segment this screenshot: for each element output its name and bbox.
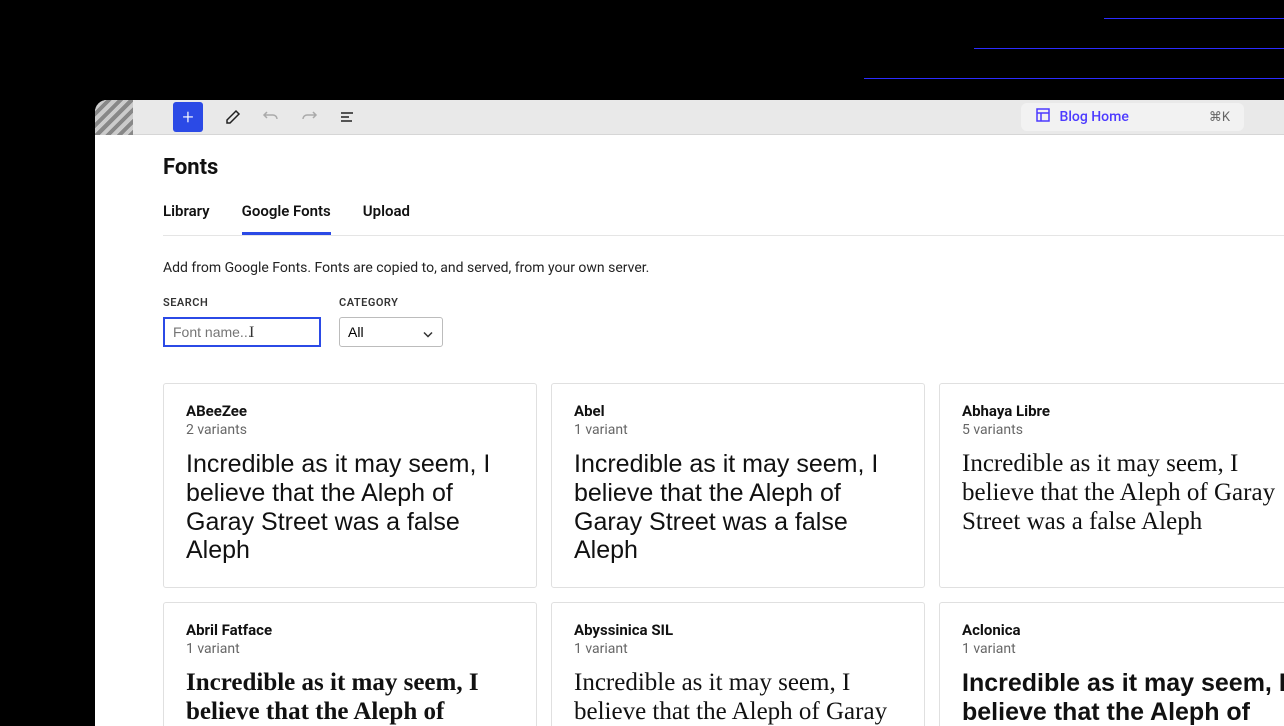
font-card[interactable]: Abril Fatface 1 variant Incredible as it… [163, 602, 537, 726]
search-input[interactable] [163, 317, 321, 347]
app-window: + Blog Home ⌘K Fonts Library G [95, 100, 1284, 726]
list-icon[interactable] [335, 105, 359, 129]
font-variant-count: 1 variant [962, 641, 1284, 657]
font-variant-count: 1 variant [186, 641, 514, 657]
font-variant-count: 1 variant [574, 641, 902, 657]
plus-icon: + [182, 105, 193, 129]
add-button[interactable]: + [173, 102, 203, 132]
category-select[interactable]: All [339, 317, 443, 347]
tab-library[interactable]: Library [163, 202, 210, 235]
fonts-panel: Fonts Library Google Fonts Upload Add fr… [95, 135, 1284, 726]
edit-icon[interactable] [221, 105, 245, 129]
tab-google-fonts[interactable]: Google Fonts [242, 202, 331, 235]
decorative-line [864, 78, 1284, 79]
font-name: Aclonica [962, 621, 1284, 639]
font-card[interactable]: Abhaya Libre 5 variants Incredible as it… [939, 383, 1284, 588]
breadcrumb[interactable]: Blog Home ⌘K [1021, 103, 1244, 131]
font-name: Abel [574, 402, 902, 420]
breadcrumb-label: Blog Home [1059, 109, 1128, 125]
font-card[interactable]: Aclonica 1 variant Incredible as it may … [939, 602, 1284, 726]
font-name: Abyssinica SIL [574, 621, 902, 639]
layout-icon [1035, 107, 1051, 127]
font-name: Abhaya Libre [962, 402, 1284, 420]
font-variant-count: 5 variants [962, 422, 1284, 438]
decorative-line [1104, 18, 1284, 19]
font-sample: Incredible as it may seem, I believe tha… [186, 450, 514, 565]
font-card[interactable]: Abel 1 variant Incredible as it may seem… [551, 383, 925, 588]
keyboard-shortcut: ⌘K [1209, 110, 1230, 125]
window-thumbnail [95, 100, 133, 135]
font-card[interactable]: Abyssinica SIL 1 variant Incredible as i… [551, 602, 925, 726]
font-card[interactable]: ABeeZee 2 variants Incredible as it may … [163, 383, 537, 588]
search-label: SEARCH [163, 296, 321, 309]
font-name: Abril Fatface [186, 621, 514, 639]
font-sample: Incredible as it may seem, I believe tha… [962, 669, 1284, 726]
undo-icon[interactable] [259, 105, 283, 129]
category-label: CATEGORY [339, 296, 443, 309]
page-title: Fonts [163, 155, 1284, 180]
font-grid: ABeeZee 2 variants Incredible as it may … [163, 383, 1284, 726]
font-variant-count: 1 variant [574, 422, 902, 438]
helper-text: Add from Google Fonts. Fonts are copied … [163, 260, 1284, 276]
font-sample: Incredible as it may seem, I believe tha… [962, 450, 1284, 536]
tab-upload[interactable]: Upload [363, 202, 410, 235]
tab-bar: Library Google Fonts Upload [163, 202, 1284, 236]
font-sample: Incredible as it may seem, I believe tha… [186, 669, 514, 726]
font-variant-count: 2 variants [186, 422, 514, 438]
font-sample: Incredible as it may seem, I believe tha… [574, 669, 902, 726]
font-sample: Incredible as it may seem, I believe tha… [574, 450, 902, 565]
decorative-line [974, 48, 1284, 49]
font-name: ABeeZee [186, 402, 514, 420]
redo-icon[interactable] [297, 105, 321, 129]
top-toolbar: + Blog Home ⌘K [95, 100, 1284, 135]
controls-row: SEARCH I CATEGORY All [163, 296, 1284, 347]
